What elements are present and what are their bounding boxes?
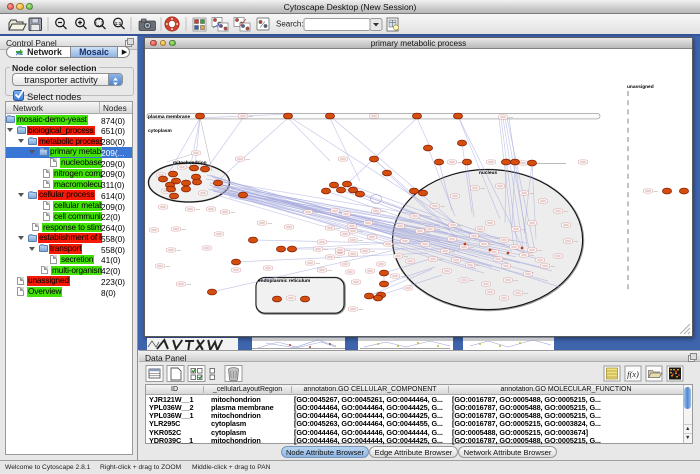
svg-text:1:1: 1:1 (115, 21, 122, 26)
svg-text:f(x): f(x) (627, 369, 639, 379)
svg-text:Search:: Search: (276, 20, 304, 29)
svg-text:mitochondrion: mitochondrion (173, 160, 207, 166)
svg-text:endoplasmic reticulum: endoplasmic reticulum (258, 278, 310, 284)
svg-text:nucleus: nucleus (479, 170, 497, 176)
svg-text:plasma membrane: plasma membrane (148, 114, 190, 120)
svg-text:unassigned: unassigned (627, 84, 654, 90)
svg-text:cytoplasm: cytoplasm (148, 128, 172, 134)
